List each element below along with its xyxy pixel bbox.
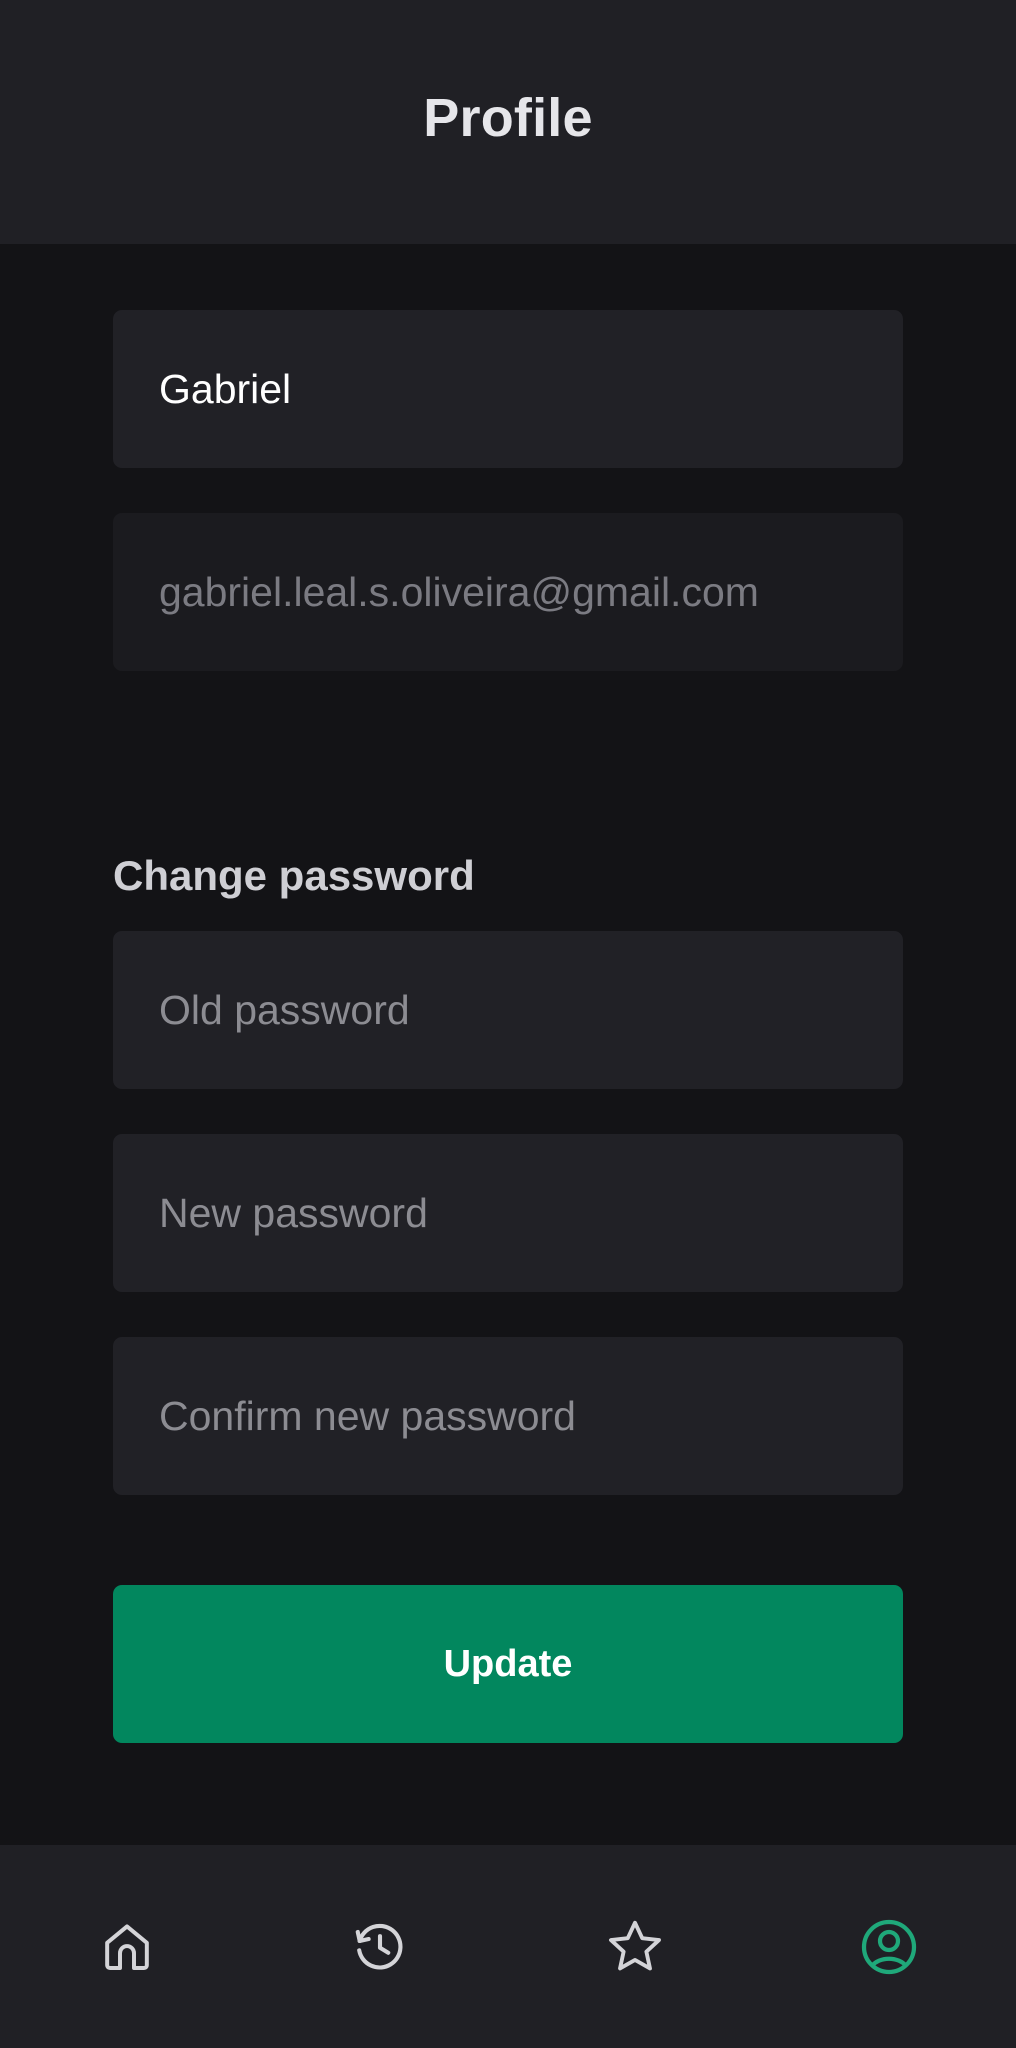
nav-home[interactable] [62, 1845, 192, 2048]
profile-screen: Profile Change password Update [0, 0, 1016, 2048]
change-password-heading: Change password [113, 852, 475, 899]
confirm-password-field[interactable] [113, 1337, 903, 1495]
history-icon [351, 1918, 409, 1976]
user-circle-icon [859, 1917, 919, 1977]
email-field [113, 513, 903, 671]
top-app-bar: Profile [0, 0, 1016, 244]
nav-favorites[interactable] [570, 1845, 700, 2048]
name-field[interactable] [113, 310, 903, 468]
old-password-field[interactable] [113, 931, 903, 1089]
page-title: Profile [423, 88, 593, 148]
home-icon [99, 1919, 155, 1975]
star-icon [604, 1916, 666, 1978]
nav-profile[interactable] [824, 1845, 954, 2048]
nav-history[interactable] [315, 1845, 445, 2048]
new-password-field[interactable] [113, 1134, 903, 1292]
update-button[interactable]: Update [113, 1585, 903, 1743]
bottom-navigation [0, 1845, 1016, 2048]
